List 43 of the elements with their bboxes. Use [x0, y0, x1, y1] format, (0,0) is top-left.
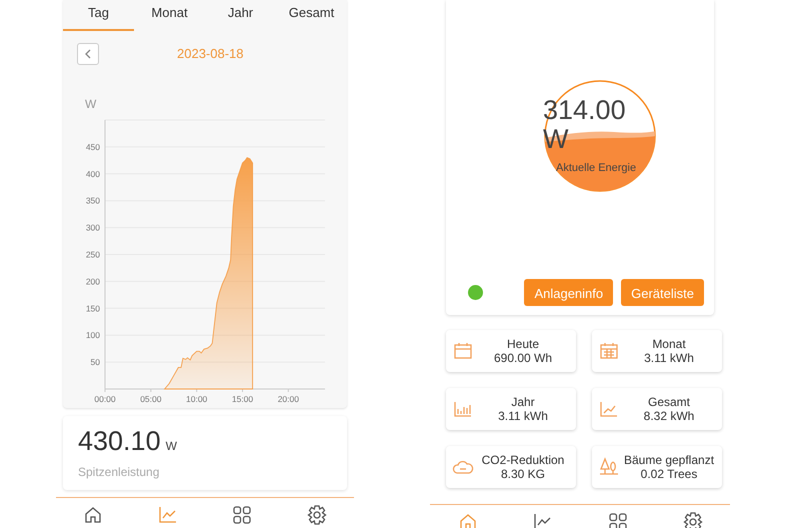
y-tick-label: 250: [86, 249, 100, 259]
grid-icon: [231, 504, 254, 526]
x-tick-label: 20:00: [278, 394, 299, 404]
period-tab[interactable]: Jahr: [205, 0, 276, 30]
settings-icon: [682, 511, 704, 528]
y-tick-label: 450: [86, 141, 100, 152]
stat-label: Monat: [651, 337, 687, 351]
stat-value: 3.11 kWh: [497, 409, 549, 423]
y-tick-label: 300: [86, 222, 100, 232]
y-tick-label: 350: [86, 195, 100, 206]
chevron-left-icon: [84, 48, 92, 58]
x-tick-label: 00:00: [94, 394, 116, 404]
settings-icon: [306, 504, 328, 526]
grid-icon: [606, 511, 628, 528]
y-tick-label: 100: [86, 330, 100, 340]
y-tick-label: 200: [86, 276, 100, 286]
stat-label: Gesamt: [646, 395, 691, 409]
y-tick-label: 150: [86, 302, 100, 313]
line-chart-icon: [532, 511, 554, 528]
stat-label: Heute: [506, 337, 540, 351]
stat-value: 690.00 Wh: [492, 351, 554, 365]
stat-label: Bäume gepflanzt: [622, 453, 716, 467]
date-label: 2023-08-18: [177, 44, 244, 63]
x-tick-label: 15:00: [232, 394, 254, 404]
peak-label: Spitzenleistung: [78, 464, 160, 481]
stat-value: 0.02 Trees: [640, 467, 698, 481]
y-tick-label: 50: [90, 356, 100, 367]
peak-value: 430.10: [78, 428, 161, 455]
stat-label: Jahr: [510, 395, 536, 409]
back-button[interactable]: [77, 42, 99, 64]
period-tab[interactable]: Tag: [63, 0, 134, 30]
x-tick-label: 05:00: [140, 394, 162, 404]
y-tick-label: 400: [86, 168, 100, 178]
period-tab[interactable]: Monat: [134, 0, 205, 30]
peak-unit: W: [166, 438, 177, 455]
period-tab[interactable]: Gesamt: [276, 0, 347, 30]
stat-label: CO2-Reduktion: [480, 453, 566, 467]
stat-value: 8.30 KG: [500, 467, 546, 481]
stat-value: 8.32 kWh: [642, 409, 696, 423]
axis-unit-label: W: [85, 96, 96, 110]
x-tick-label: 10:00: [186, 394, 208, 404]
gauge-label: Aktuelle Energie: [556, 161, 636, 176]
stat-value: 3.11 kWh: [643, 351, 695, 365]
